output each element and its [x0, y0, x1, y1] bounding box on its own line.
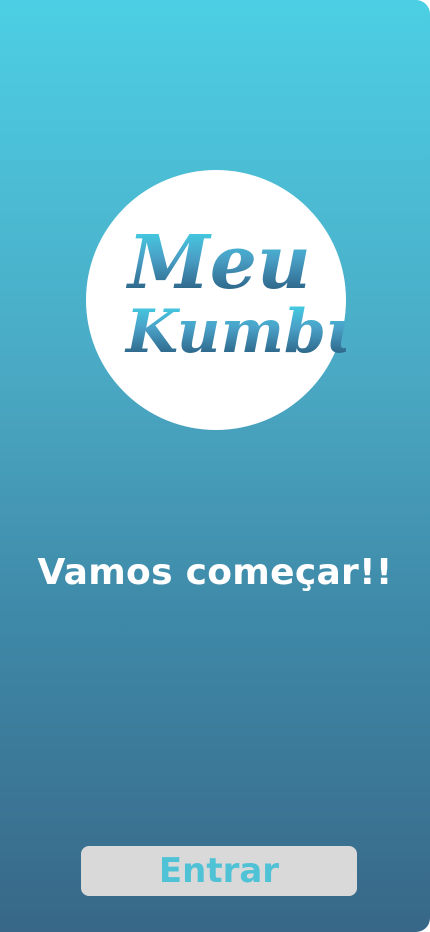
- welcome-screen: Meu Kumbu Vamos começar!! Entrar: [0, 0, 430, 932]
- logo-wordmark: Meu Kumbu: [124, 220, 346, 367]
- app-logo: Meu Kumbu: [86, 170, 346, 430]
- welcome-headline: Vamos começar!!: [37, 552, 393, 593]
- logo-line-kumbu: Kumbu: [124, 297, 346, 367]
- logo-line-meu: Meu: [125, 220, 311, 306]
- enter-button[interactable]: Entrar: [81, 846, 357, 896]
